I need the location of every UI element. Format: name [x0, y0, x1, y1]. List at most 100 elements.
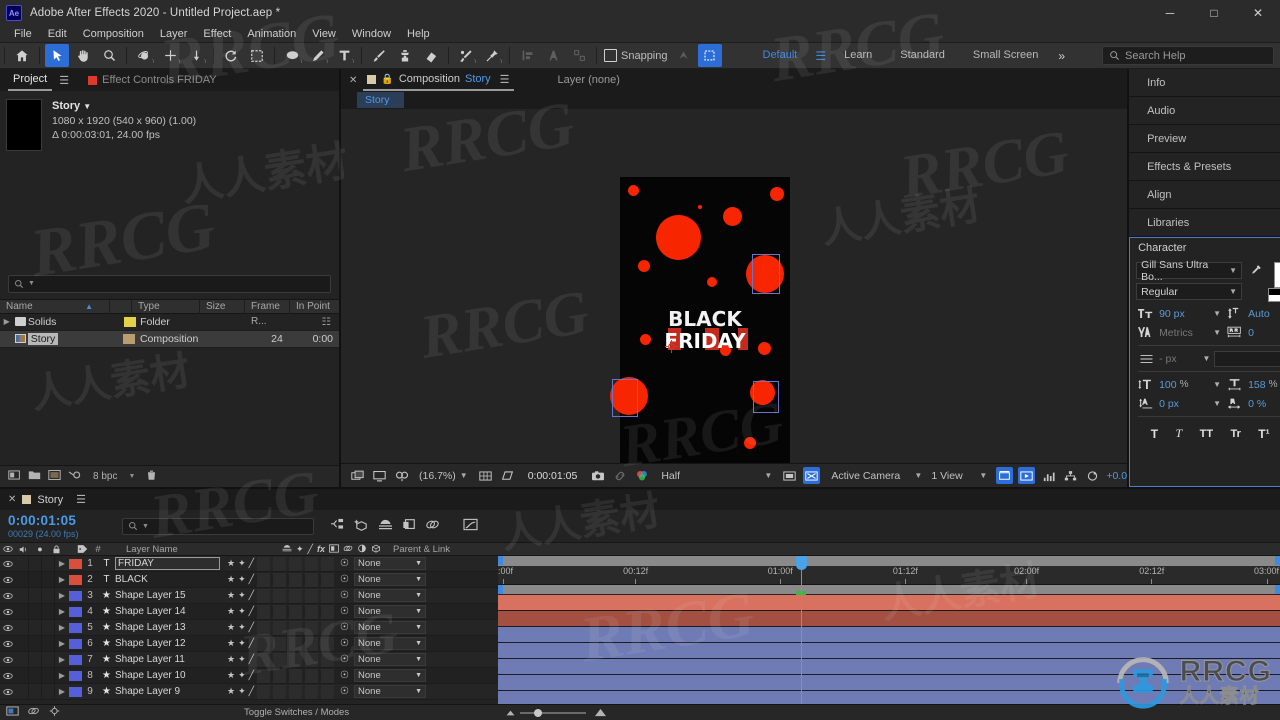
quality-icon[interactable]: ╱: [249, 654, 254, 665]
layer-disclosure-icon[interactable]: ▶: [55, 607, 69, 616]
shy-icon[interactable]: ★: [227, 590, 235, 601]
layer-name[interactable]: Shape Layer 15: [115, 590, 220, 601]
motion-blur-footer-icon[interactable]: [27, 705, 40, 720]
close-icon[interactable]: ✕: [1236, 0, 1280, 26]
menu-effect[interactable]: Effect: [195, 26, 239, 42]
parent-pickwhip-icon[interactable]: ☉: [340, 654, 349, 665]
resolution-select[interactable]: Half ▼: [661, 470, 776, 482]
menu-animation[interactable]: Animation: [239, 26, 304, 42]
anchor-point-icon[interactable]: [665, 340, 678, 353]
comp-flowchart-icon[interactable]: [1062, 467, 1079, 484]
exposure-reset-icon[interactable]: [1084, 467, 1101, 484]
timeline-tab-name[interactable]: Story: [37, 494, 63, 506]
parent-select[interactable]: None ▼: [354, 557, 427, 570]
frame-render-icon[interactable]: [6, 705, 19, 720]
menu-view[interactable]: View: [304, 26, 344, 42]
pin-tool-icon[interactable]: \: [480, 44, 504, 67]
collapse-icon[interactable]: ✦: [238, 574, 246, 585]
layer-name[interactable]: Shape Layer 13: [115, 622, 220, 633]
always-preview-icon[interactable]: [349, 467, 366, 484]
quality-icon[interactable]: ╱: [249, 574, 254, 585]
shy-icon[interactable]: ★: [227, 670, 235, 681]
zoom-level-select[interactable]: (16.7%) ▼: [419, 470, 468, 482]
eraser-tool-icon[interactable]: [419, 44, 443, 67]
view-layout-select[interactable]: 1 View ▼: [931, 470, 991, 482]
minimize-icon[interactable]: ─: [1148, 0, 1192, 26]
parent-select[interactable]: None ▼: [354, 685, 427, 698]
layer-name[interactable]: Shape Layer 14: [115, 606, 220, 617]
parent-select[interactable]: None ▼: [354, 605, 427, 618]
snapping-toggle[interactable]: Snapping: [604, 49, 668, 62]
parent-link[interactable]: ☉ None ▼: [340, 621, 427, 634]
home-icon[interactable]: [10, 44, 34, 67]
column-size[interactable]: Size: [200, 298, 245, 314]
channels-icon[interactable]: [633, 467, 650, 484]
zoom-tool-icon[interactable]: [97, 44, 121, 67]
workspace-menu-icon[interactable]: ☰: [811, 49, 830, 63]
composition-mini-flowchart-icon[interactable]: [330, 518, 345, 534]
layer-disclosure-icon[interactable]: ▶: [55, 623, 69, 632]
project-row-story[interactable]: Story Composition 24 0:00: [0, 330, 339, 348]
layer-selection-box[interactable]: [612, 379, 638, 417]
layer-label-color[interactable]: [69, 606, 82, 617]
video-toggle-icon[interactable]: [0, 592, 16, 600]
font-size-control[interactable]: 90 px ▼: [1136, 306, 1225, 322]
menu-layer[interactable]: Layer: [152, 26, 196, 42]
layer-switches[interactable]: ★ ✦ ╱: [227, 636, 335, 651]
collapse-icon[interactable]: ✦: [238, 638, 246, 649]
quality-icon[interactable]: ╱: [249, 686, 254, 697]
panel-effects-presets[interactable]: Effects & Presets: [1129, 153, 1280, 181]
breadcrumb-story[interactable]: Story: [357, 92, 404, 108]
work-area-start[interactable]: [498, 585, 503, 594]
collapse-icon[interactable]: ✦: [238, 558, 246, 569]
parent-link[interactable]: ☉ None ▼: [340, 605, 427, 618]
label-color-swatch[interactable]: [123, 333, 136, 344]
layer-bar[interactable]: [498, 611, 1280, 627]
tab-effect-controls[interactable]: Effect Controls FRIDAY: [83, 69, 222, 91]
shy-icon[interactable]: ★: [227, 558, 235, 569]
work-area-start-handle[interactable]: [498, 556, 503, 565]
layer-disclosure-icon[interactable]: ▶: [55, 671, 69, 680]
collapse-transformations-icon[interactable]: [402, 518, 416, 534]
orbit-tool-icon[interactable]: \: [132, 44, 156, 67]
collapse-icon[interactable]: ✦: [238, 686, 246, 697]
collapse-icon[interactable]: ✦: [238, 654, 246, 665]
graph-editor-icon[interactable]: [463, 518, 478, 534]
parent-select[interactable]: None ▼: [354, 653, 427, 666]
snapping-checkbox[interactable]: [604, 49, 617, 62]
layer-name[interactable]: Shape Layer 12: [115, 638, 220, 649]
workspace-small-screen[interactable]: Small Screen: [959, 42, 1052, 69]
shy-icon[interactable]: ★: [227, 574, 235, 585]
video-toggle-icon[interactable]: [0, 656, 16, 664]
hide-shy-layers-icon[interactable]: [378, 518, 393, 534]
quality-icon[interactable]: ╱: [249, 590, 254, 601]
layer-selection-box[interactable]: [753, 381, 779, 413]
parent-pickwhip-icon[interactable]: ☉: [340, 686, 349, 697]
panel-info[interactable]: Info: [1129, 69, 1280, 97]
layer-label-color[interactable]: [69, 558, 82, 569]
layer-label-color[interactable]: [69, 590, 82, 601]
parent-link[interactable]: ☉ None ▼: [340, 589, 427, 602]
disclosure-triangle-icon[interactable]: ▶: [0, 317, 13, 326]
video-toggle-icon[interactable]: [0, 560, 16, 568]
rotation-tool-icon[interactable]: [219, 44, 243, 67]
project-search-input[interactable]: ▼: [8, 274, 331, 293]
layer-disclosure-icon[interactable]: ▶: [55, 687, 69, 696]
menu-file[interactable]: File: [6, 26, 40, 42]
snap-select-icon[interactable]: [697, 44, 722, 67]
time-ruler[interactable]: :00f 00:12f 01:00f 01:12f 02:00f 02:12f …: [498, 556, 1280, 594]
parent-link[interactable]: ☉ None ▼: [340, 685, 427, 698]
timeline-zoom-slider[interactable]: [505, 707, 607, 718]
layer-name[interactable]: Shape Layer 10: [115, 670, 220, 681]
parent-pickwhip-icon[interactable]: ☉: [340, 670, 349, 681]
video-toggle-icon[interactable]: [0, 688, 16, 696]
composition-menu-icon[interactable]: ☰: [500, 73, 510, 86]
new-comp-icon[interactable]: [8, 469, 21, 484]
layer-switches[interactable]: ★ ✦ ╱: [227, 604, 335, 619]
layer-switches[interactable]: ★ ✦ ╱: [227, 668, 335, 683]
dolly-tool-icon[interactable]: \: [184, 44, 208, 67]
column-frame-rate[interactable]: Frame R...: [245, 298, 290, 327]
collapse-icon[interactable]: ✦: [238, 622, 246, 633]
workspace-learn[interactable]: Learn: [830, 42, 886, 69]
layer-switches[interactable]: ★ ✦ ╱: [227, 652, 335, 667]
